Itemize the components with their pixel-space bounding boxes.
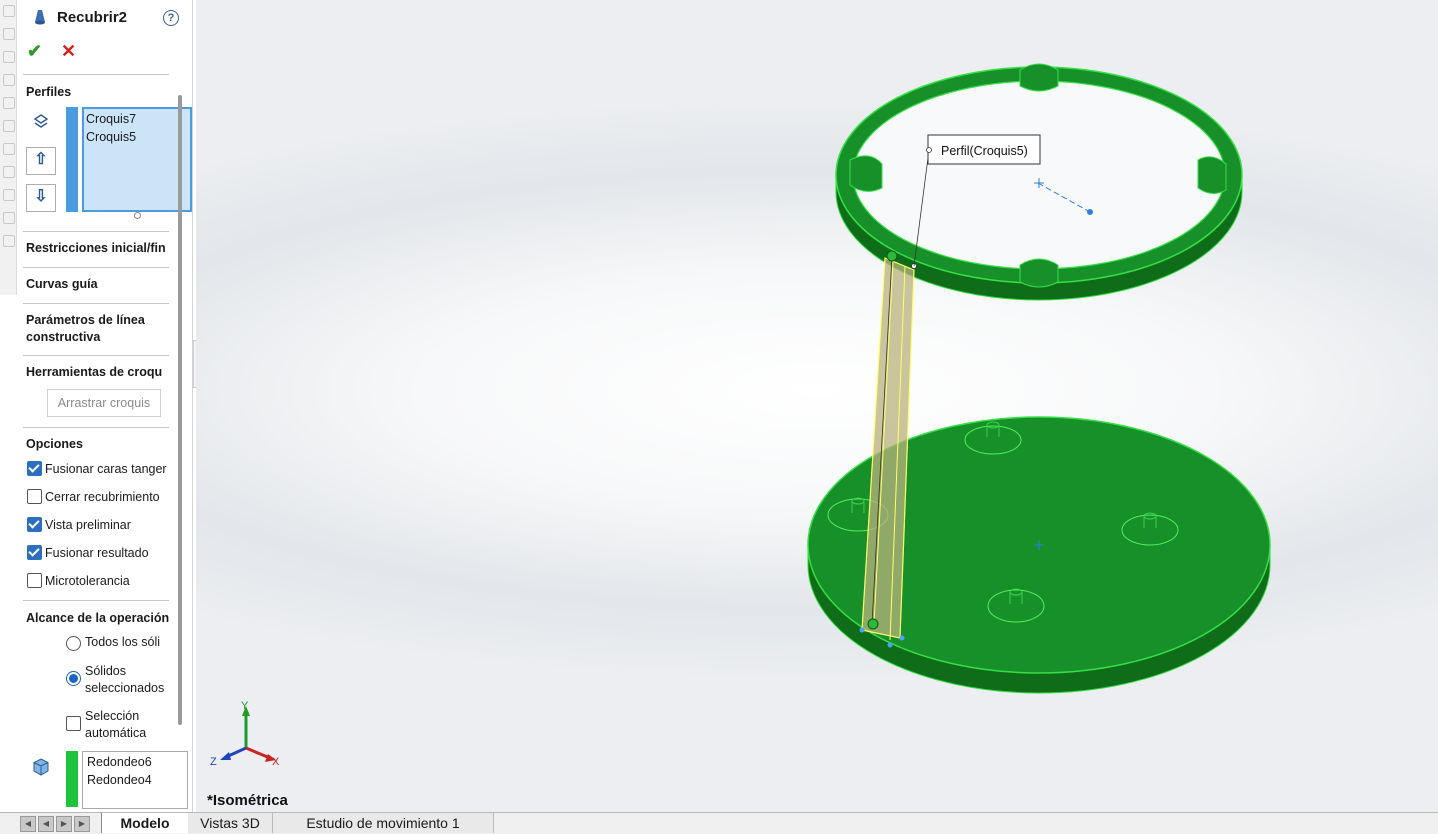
selected-bodies-label-line1: Sólidos	[85, 664, 126, 678]
profiles-list[interactable]: Croquis7 Croquis5	[82, 107, 192, 212]
bottom-tab-bar: ◀ ◀ ▶ ▶ Modelo Vistas 3D Estudio de movi…	[0, 812, 1438, 834]
model-canvas[interactable]: Perfil(Croquis5) Y X Z	[196, 0, 1438, 812]
move-up-button[interactable]: ⇧	[26, 147, 56, 175]
last-tab-icon[interactable]: ▶	[74, 816, 90, 832]
view-orientation-label: *Isométrica	[207, 792, 288, 809]
selected-bodies-label[interactable]: Sólidos seleccionados	[85, 663, 164, 697]
centerline-params-title-line2[interactable]: constructiva	[26, 330, 100, 344]
profiles-color-bar	[66, 107, 78, 212]
merge-tangent-faces-checkbox[interactable]	[27, 461, 42, 476]
tree-ghost-icon	[3, 28, 15, 40]
tree-ghost-icon	[3, 235, 15, 247]
profile-callout-label: Perfil(Croquis5)	[941, 144, 1028, 158]
loft-feature-icon	[35, 10, 45, 25]
next-tab-icon[interactable]: ▶	[56, 816, 72, 832]
prev-tab-icon[interactable]: ◀	[38, 816, 54, 832]
divider	[23, 74, 169, 75]
close-loft-checkbox[interactable]	[27, 489, 42, 504]
divider	[23, 267, 169, 268]
all-bodies-radio[interactable]	[66, 636, 81, 651]
auto-select-label-line1: Selección	[85, 709, 140, 723]
show-preview-label[interactable]: Vista preliminar	[45, 518, 131, 532]
tree-ghost-icon	[3, 212, 15, 224]
divider	[23, 600, 169, 601]
merge-tangent-faces-label[interactable]: Fusionar caras tanger	[45, 462, 167, 476]
triad-x-label: X	[272, 756, 280, 768]
tree-ghost-icon	[3, 97, 15, 109]
close-loft-label[interactable]: Cerrar recubrimiento	[45, 490, 160, 504]
profiles-icon	[33, 114, 49, 128]
feature-title: Recubrir2	[57, 9, 128, 26]
divider	[23, 427, 169, 428]
list-item[interactable]: Croquis7	[84, 109, 190, 127]
bodies-list[interactable]: Redondeo6 Redondeo4	[82, 751, 188, 809]
panel-scrollbar[interactable]	[178, 95, 182, 725]
options-title[interactable]: Opciones	[26, 437, 83, 451]
list-item[interactable]: Croquis5	[84, 127, 190, 145]
selected-bodies-radio[interactable]	[66, 671, 81, 686]
list-item[interactable]: Redondeo4	[83, 770, 187, 788]
help-icon[interactable]: ?	[163, 10, 179, 26]
selected-bodies-label-line2: seleccionados	[85, 681, 165, 695]
merge-result-checkbox[interactable]	[27, 545, 42, 560]
start-end-constraints-title[interactable]: Restricciones inicial/fin	[26, 241, 166, 255]
centerline-params-title-line1[interactable]: Parámetros de línea	[26, 313, 145, 327]
list-item[interactable]: Redondeo6	[83, 752, 187, 770]
tree-ghost-icon	[3, 120, 15, 132]
triad-z-label: Z	[210, 756, 217, 768]
all-bodies-label[interactable]: Todos los sóli	[85, 634, 160, 651]
cancel-button[interactable]: ✕	[61, 41, 76, 62]
tree-ghost-icon	[3, 166, 15, 178]
graphics-viewport[interactable]: Perfil(Croquis5) Y X Z *Isométrica	[196, 0, 1438, 812]
tree-ghost-icon	[3, 189, 15, 201]
profile-callout[interactable]: Perfil(Croquis5)	[926, 134, 1041, 165]
triad-y-label: Y	[241, 700, 249, 712]
merge-result-label[interactable]: Fusionar resultado	[45, 546, 149, 560]
tab-model[interactable]: Modelo	[101, 813, 189, 833]
micro-tolerance-checkbox[interactable]	[27, 573, 42, 588]
divider	[23, 303, 169, 304]
divider	[23, 355, 169, 356]
tree-ghost-icon	[3, 143, 15, 155]
tab-3d-views[interactable]: Vistas 3D	[188, 813, 273, 833]
feature-scope-title[interactable]: Alcance de la operación	[26, 611, 169, 625]
auto-select-label-line2: automática	[85, 726, 147, 740]
ok-button[interactable]: ✔	[27, 41, 42, 62]
micro-tolerance-label[interactable]: Microtolerancia	[45, 574, 130, 588]
property-manager-panel: Recubrir2 ? ✔ ✕ Perfiles ⇧ ⇩ Croquis7 Cr…	[17, 0, 193, 812]
sketch-tools-title[interactable]: Herramientas de croqu	[26, 365, 162, 379]
solid-body-icon	[33, 758, 49, 776]
bodies-color-bar	[66, 751, 78, 807]
show-preview-checkbox[interactable]	[27, 517, 42, 532]
list-resize-handle[interactable]	[134, 212, 141, 219]
tab-motion-study[interactable]: Estudio de movimiento 1	[273, 813, 494, 833]
move-down-button[interactable]: ⇩	[26, 184, 56, 212]
feature-manager-strip	[0, 0, 17, 295]
reference-triad: Y X Z	[210, 700, 280, 768]
tree-ghost-icon	[3, 74, 15, 86]
profiles-section-title[interactable]: Perfiles	[26, 85, 71, 99]
tree-ghost-icon	[3, 51, 15, 63]
auto-select-checkbox[interactable]	[66, 716, 81, 731]
guide-curves-title[interactable]: Curvas guía	[26, 277, 98, 291]
auto-select-label[interactable]: Selección automática	[85, 708, 146, 742]
first-tab-icon[interactable]: ◀	[20, 816, 36, 832]
divider	[23, 231, 169, 232]
tree-ghost-icon	[3, 5, 15, 17]
drag-sketch-button[interactable]: Arrastrar croquis	[47, 389, 161, 417]
